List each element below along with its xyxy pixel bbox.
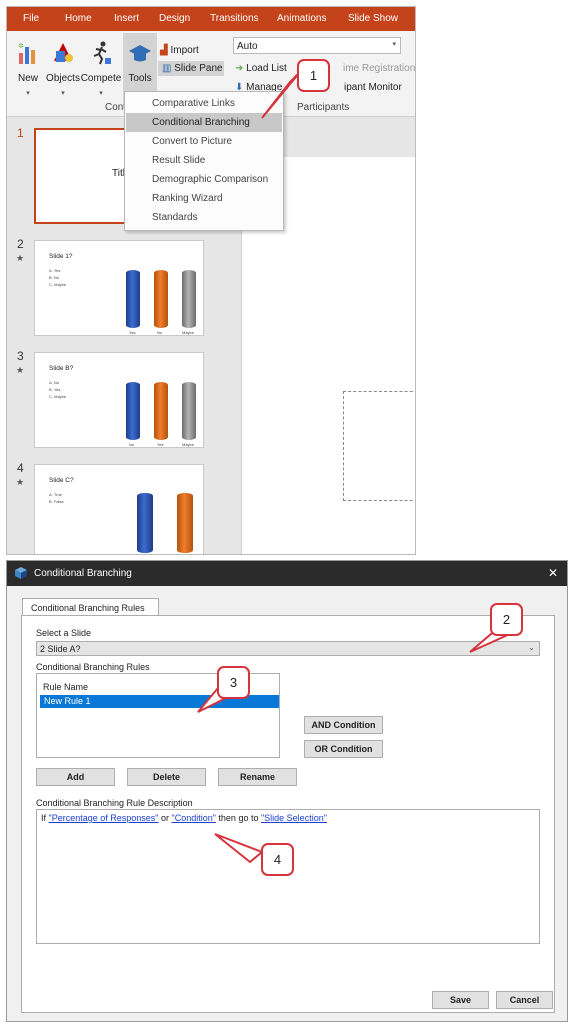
rename-button[interactable]: Rename [218, 768, 297, 786]
menu-item-convert-to-picture[interactable]: Convert to Picture [126, 132, 282, 151]
slide-thumbnail-3[interactable]: Slide B? A. No B. Yes C. Maybe No Yes Ma… [34, 352, 204, 448]
slide-number: 1 [17, 126, 24, 140]
star-icon: ★ [16, 253, 25, 263]
import-button[interactable]: ▟ Import [160, 45, 199, 56]
load-list-button[interactable]: ➜ Load List [235, 63, 287, 74]
cube-icon [15, 567, 27, 579]
menu-item-comparative-links[interactable]: Comparative Links [126, 94, 282, 113]
rule-name-header: Rule Name [43, 682, 89, 692]
ribbon-tabs: File Home Insert Design Transitions Anim… [7, 7, 415, 31]
compete-button[interactable]: Compete ▾ [81, 39, 121, 109]
callout-4: 4 [261, 843, 294, 876]
save-button[interactable]: Save [432, 991, 489, 1009]
powerpoint-window: File Home Insert Design Transitions Anim… [6, 6, 416, 555]
auto-dropdown[interactable]: Auto ▾ [233, 37, 401, 54]
tab-insert[interactable]: Insert [114, 13, 139, 24]
and-condition-button[interactable]: AND Condition [304, 716, 383, 734]
menu-item-standards[interactable]: Standards [126, 208, 282, 227]
svg-text:✲: ✲ [18, 42, 24, 50]
slide-thumbnail-4[interactable]: Slide C? A. True B. False [34, 464, 204, 554]
slide-select[interactable]: 2 Slide A? ⌄ [36, 641, 540, 656]
slide-number: 3 [17, 349, 24, 363]
rules-label: Conditional Branching Rules [36, 662, 150, 672]
chevron-down-icon: ⌄ [528, 643, 535, 652]
tab-home[interactable]: Home [65, 13, 92, 24]
participant-monitor-button[interactable]: ipant Monitor [344, 82, 402, 93]
star-icon: ★ [16, 477, 25, 487]
chart-bar [126, 270, 140, 328]
load-list-icon: ➜ [235, 63, 244, 74]
dialog-title-bar: Conditional Branching ✕ [7, 561, 567, 586]
slide-pane-button[interactable]: ▥ Slide Pane [158, 61, 224, 76]
tab-transitions[interactable]: Transitions [210, 13, 259, 24]
chart-bar [126, 382, 140, 440]
slide-question: Slide B? [49, 365, 74, 372]
menu-item-result-slide[interactable]: Result Slide [126, 151, 282, 170]
chart-bar [154, 270, 168, 328]
cancel-button[interactable]: Cancel [496, 991, 553, 1009]
select-slide-label: Select a Slide [36, 628, 92, 638]
callout-1: 1 [297, 59, 330, 92]
chart-bar [177, 493, 193, 553]
registration-button[interactable]: ime Registration [343, 63, 415, 74]
tab-conditional-branching-rules[interactable]: Conditional Branching Rules [22, 598, 159, 616]
slide-question: Slide C? [49, 477, 74, 484]
menu-item-ranking-wizard[interactable]: Ranking Wizard [126, 189, 282, 208]
slide-selection-link[interactable]: "Slide Selection" [261, 813, 327, 823]
tab-slide-show[interactable]: Slide Show [348, 13, 398, 24]
slide-number: 2 [17, 237, 24, 251]
shapes-icon [54, 43, 73, 62]
delete-button[interactable]: Delete [127, 768, 206, 786]
chart-bar [182, 382, 196, 440]
chevron-down-icon: ▾ [99, 90, 103, 97]
tab-design[interactable]: Design [159, 13, 190, 24]
chevron-down-icon: ▾ [392, 41, 396, 48]
chart-bar [154, 382, 168, 440]
dialog-title: Conditional Branching [34, 568, 132, 579]
slide-number: 4 [17, 461, 24, 475]
runner-icon [93, 41, 111, 65]
objects-button[interactable]: Objects ▾ [45, 39, 81, 109]
chart-bar [182, 270, 196, 328]
percentage-of-responses-link[interactable]: "Percentage of Responses" [49, 813, 159, 823]
add-button[interactable]: Add [36, 768, 115, 786]
graduation-cap-icon [129, 45, 151, 62]
import-chart-icon: ▟ [160, 45, 168, 56]
slide-pane-icon: ▥ [162, 63, 172, 74]
placeholder-box[interactable] [343, 391, 415, 501]
description-label: Conditional Branching Rule Description [36, 798, 193, 808]
condition-link[interactable]: "Condition" [172, 813, 216, 823]
group-label-participants: Participants [297, 102, 350, 113]
chart-bar [137, 493, 153, 553]
star-icon: ★ [16, 365, 25, 375]
close-icon[interactable]: ✕ [548, 566, 558, 580]
tab-file[interactable]: File [23, 13, 39, 24]
or-condition-button[interactable]: OR Condition [304, 740, 383, 758]
menu-item-conditional-branching[interactable]: Conditional Branching [126, 113, 282, 132]
slide-question: Slide 1? [49, 253, 73, 260]
callout-2: 2 [490, 603, 523, 636]
chevron-down-icon: ▾ [26, 90, 30, 97]
chevron-down-icon: ▾ [61, 90, 65, 97]
tools-dropdown-menu: Comparative Links Conditional Branching … [124, 91, 284, 231]
slide-thumbnail-2[interactable]: Slide 1? A. Yes B. No C. Maybe Yes No Ma… [34, 240, 204, 336]
tab-animations[interactable]: Animations [277, 13, 326, 24]
conditional-branching-dialog: Conditional Branching ✕ Conditional Bran… [6, 560, 568, 1022]
rule-description: If "Percentage of Responses" or "Conditi… [36, 809, 540, 944]
new-chart-icon: ✲ [18, 42, 35, 64]
tab-panel: Select a Slide 2 Slide A? ⌄ Conditional … [21, 615, 555, 1013]
callout-3: 3 [217, 666, 250, 699]
menu-item-demographic-comparison[interactable]: Demographic Comparison [126, 170, 282, 189]
